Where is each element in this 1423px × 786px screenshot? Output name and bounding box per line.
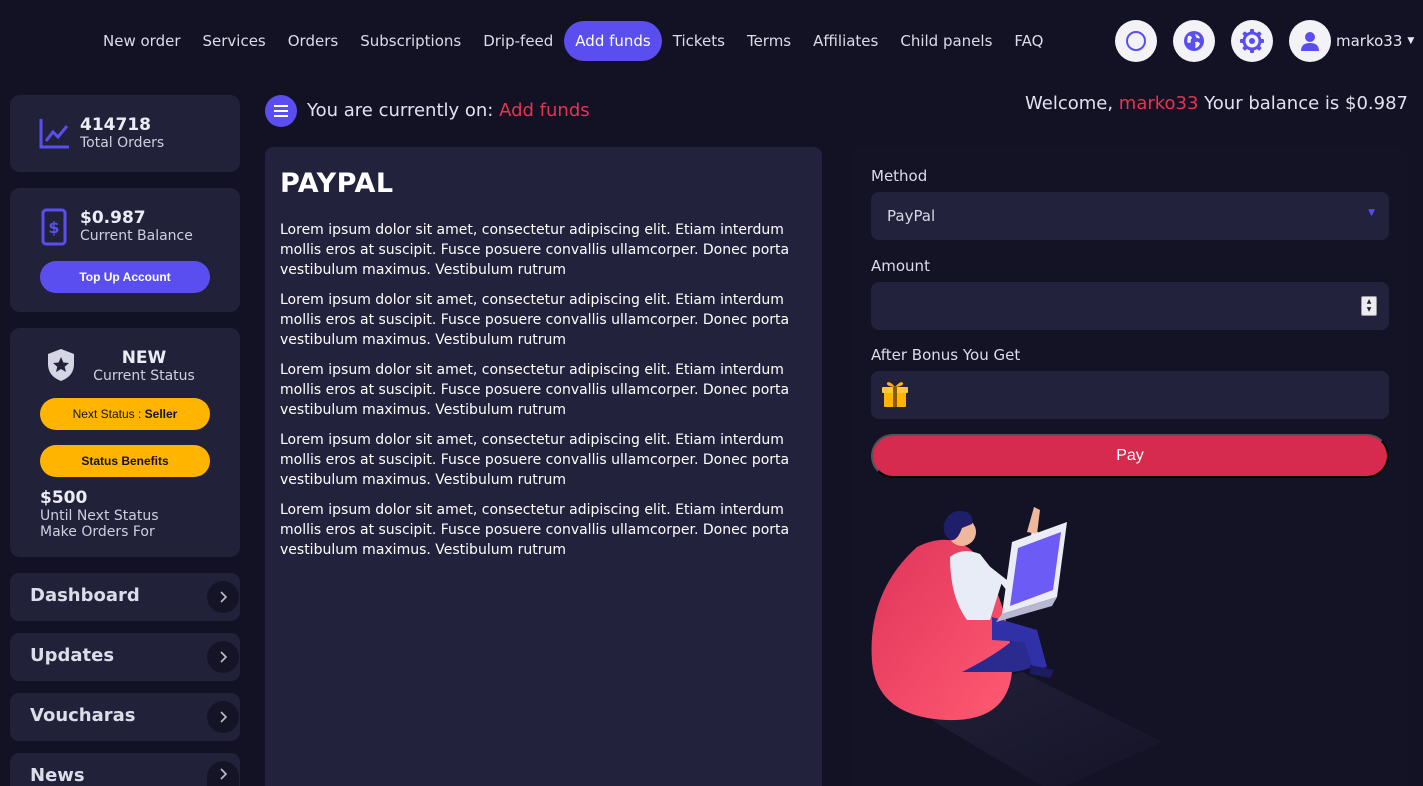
next-status-amount: $500	[40, 488, 88, 508]
nav-faq[interactable]: FAQ	[1003, 21, 1054, 61]
nav-terms[interactable]: Terms	[736, 21, 802, 61]
nav-affiliates[interactable]: Affiliates	[802, 21, 889, 61]
info-paragraph: Lorem ipsum dolor sit amet, consectetur …	[280, 222, 790, 278]
wallet-dollar-icon: $	[41, 208, 67, 246]
welcome-prefix: Welcome,	[1025, 93, 1119, 114]
balance-value: $0.987	[80, 208, 146, 228]
breadcrumb-prefix: You are currently on:	[307, 100, 500, 121]
amount-input[interactable]: ▲ ▼	[871, 282, 1389, 330]
amount-label: Amount	[871, 257, 930, 275]
avatar	[1289, 20, 1331, 62]
payment-info-panel: PAYPAL Lorem ipsum dolor sit amet, conse…	[265, 147, 822, 786]
sidebar-item-updates[interactable]: Updates	[10, 633, 240, 681]
sidebar-item-label: Updates	[30, 645, 115, 666]
nav-child-panels[interactable]: Child panels	[889, 21, 1003, 61]
next-status-prefix: Next Status :	[72, 407, 145, 421]
top-up-button[interactable]: Top Up Account	[40, 261, 210, 293]
settings-button[interactable]	[1231, 20, 1273, 62]
hamburger-icon	[274, 105, 288, 117]
person-laptop-illustration	[871, 507, 1162, 786]
sidebar-item-label: News	[30, 765, 85, 786]
nav-tickets[interactable]: Tickets	[662, 21, 736, 61]
status-benefits-button[interactable]: Status Benefits	[40, 445, 210, 477]
welcome-balance: Your balance is $0.987	[1198, 93, 1408, 114]
chevron-right-icon	[207, 581, 239, 613]
welcome-message: Welcome, marko33 Your balance is $0.987	[1025, 93, 1408, 114]
nav-subscriptions[interactable]: Subscriptions	[349, 21, 472, 61]
user-menu[interactable]: marko33 ▼	[1289, 20, 1414, 62]
welcome-username: marko33	[1118, 93, 1199, 114]
svg-text:$: $	[48, 218, 59, 237]
shield-star-icon	[48, 349, 74, 381]
top-navbar: New order Services Orders Subscriptions …	[0, 0, 1423, 84]
sidebar-item-dashboard[interactable]: Dashboard	[10, 573, 240, 621]
total-orders-card: 414718 Total Orders	[10, 95, 240, 172]
sidebar-item-label: Voucharas	[30, 705, 136, 726]
nav-orders[interactable]: Orders	[277, 21, 349, 61]
chevron-right-icon	[207, 701, 239, 733]
theme-circle-icon	[1126, 31, 1146, 51]
user-icon	[1301, 32, 1319, 51]
next-status-value: Seller	[144, 407, 178, 421]
number-stepper[interactable]: ▲ ▼	[1361, 296, 1377, 316]
method-select[interactable]: PayPal ▼	[871, 192, 1389, 240]
gear-icon	[1240, 29, 1264, 53]
globe-icon	[1184, 31, 1204, 51]
balance-label: Current Balance	[80, 228, 193, 244]
nav-services[interactable]: Services	[191, 21, 276, 61]
status-name: NEW	[121, 348, 167, 368]
total-orders-label: Total Orders	[80, 135, 165, 151]
nav-add-funds[interactable]: Add funds	[564, 21, 662, 61]
next-status-button[interactable]: Next Status : Seller	[40, 398, 210, 430]
bonus-field	[871, 371, 1389, 419]
menu-toggle-button[interactable]	[265, 95, 297, 127]
sidebar-item-voucharas[interactable]: Voucharas	[10, 693, 240, 741]
next-status-line1: Until Next Status	[40, 508, 159, 524]
add-funds-form: Method PayPal ▼ Amount ▲ ▼ After Bonus Y…	[852, 147, 1408, 786]
chevron-down-icon: ▼	[1407, 36, 1415, 46]
bonus-label: After Bonus You Get	[871, 346, 1021, 364]
sidebar-item-news[interactable]: News	[10, 753, 240, 786]
method-label: Method	[871, 167, 928, 185]
stepper-up-icon[interactable]: ▲	[1367, 298, 1372, 306]
status-card: NEW Current Status Next Status : Seller …	[10, 328, 240, 557]
theme-toggle-button[interactable]	[1115, 20, 1157, 62]
payment-method-title: PAYPAL	[280, 168, 394, 199]
sidebar-item-label: Dashboard	[30, 585, 140, 606]
stepper-down-icon[interactable]: ▼	[1367, 306, 1372, 314]
breadcrumb-current: Add funds	[499, 100, 590, 121]
pay-button[interactable]: Pay	[871, 434, 1389, 478]
gift-icon	[882, 382, 908, 407]
chevron-right-icon	[207, 761, 239, 786]
nav-new-order[interactable]: New order	[92, 21, 191, 61]
chevron-down-icon: ▼	[1368, 208, 1375, 218]
chart-line-icon	[39, 119, 69, 149]
language-button[interactable]	[1173, 20, 1215, 62]
breadcrumb: You are currently on: Add funds	[307, 100, 590, 121]
info-paragraph: Lorem ipsum dolor sit amet, consectetur …	[280, 432, 790, 488]
total-orders-value: 414718	[80, 115, 151, 135]
status-label: Current Status	[93, 368, 195, 384]
balance-card: $ $0.987 Current Balance Top Up Account	[10, 188, 240, 312]
method-select-value: PayPal	[887, 207, 936, 225]
nav-drip-feed[interactable]: Drip-feed	[472, 21, 564, 61]
info-paragraph: Lorem ipsum dolor sit amet, consectetur …	[280, 292, 790, 348]
info-paragraph: Lorem ipsum dolor sit amet, consectetur …	[280, 502, 790, 558]
next-status-line2: Make Orders For	[40, 524, 155, 540]
chevron-right-icon	[207, 641, 239, 673]
info-paragraph: Lorem ipsum dolor sit amet, consectetur …	[280, 362, 790, 418]
username: marko33	[1336, 32, 1403, 50]
nav-menu: New order Services Orders Subscriptions …	[92, 21, 1054, 61]
